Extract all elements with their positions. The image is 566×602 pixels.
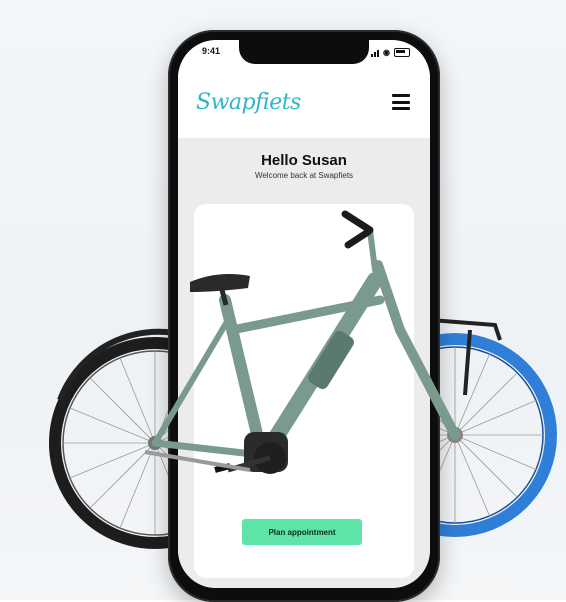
greeting: Hello Susan Welcome back at Swapfiets	[178, 138, 430, 180]
signal-icon	[371, 49, 380, 57]
hamburger-menu-icon[interactable]	[392, 94, 410, 110]
plan-appointment-button[interactable]: Plan appointment	[242, 519, 362, 545]
phone-screen: 9:41 ◉ Swapfiets Hello Susan Welcome bac…	[178, 40, 430, 588]
battery-icon	[394, 48, 410, 57]
greeting-subtitle: Welcome back at Swapfiets	[254, 171, 354, 180]
greeting-title: Hello Susan	[261, 152, 347, 169]
status-icons: ◉	[371, 48, 410, 57]
phone-mockup: 9:41 ◉ Swapfiets Hello Susan Welcome bac…	[168, 30, 440, 602]
app-header: Swapfiets	[178, 70, 430, 138]
marketing-scene: 9:41 ◉ Swapfiets Hello Susan Welcome bac…	[0, 0, 566, 602]
status-bar: 9:41 ◉	[178, 46, 430, 62]
swapfiets-logo[interactable]: Swapfiets	[196, 90, 301, 115]
status-time: 9:41	[202, 46, 221, 56]
wifi-icon: ◉	[383, 48, 390, 57]
